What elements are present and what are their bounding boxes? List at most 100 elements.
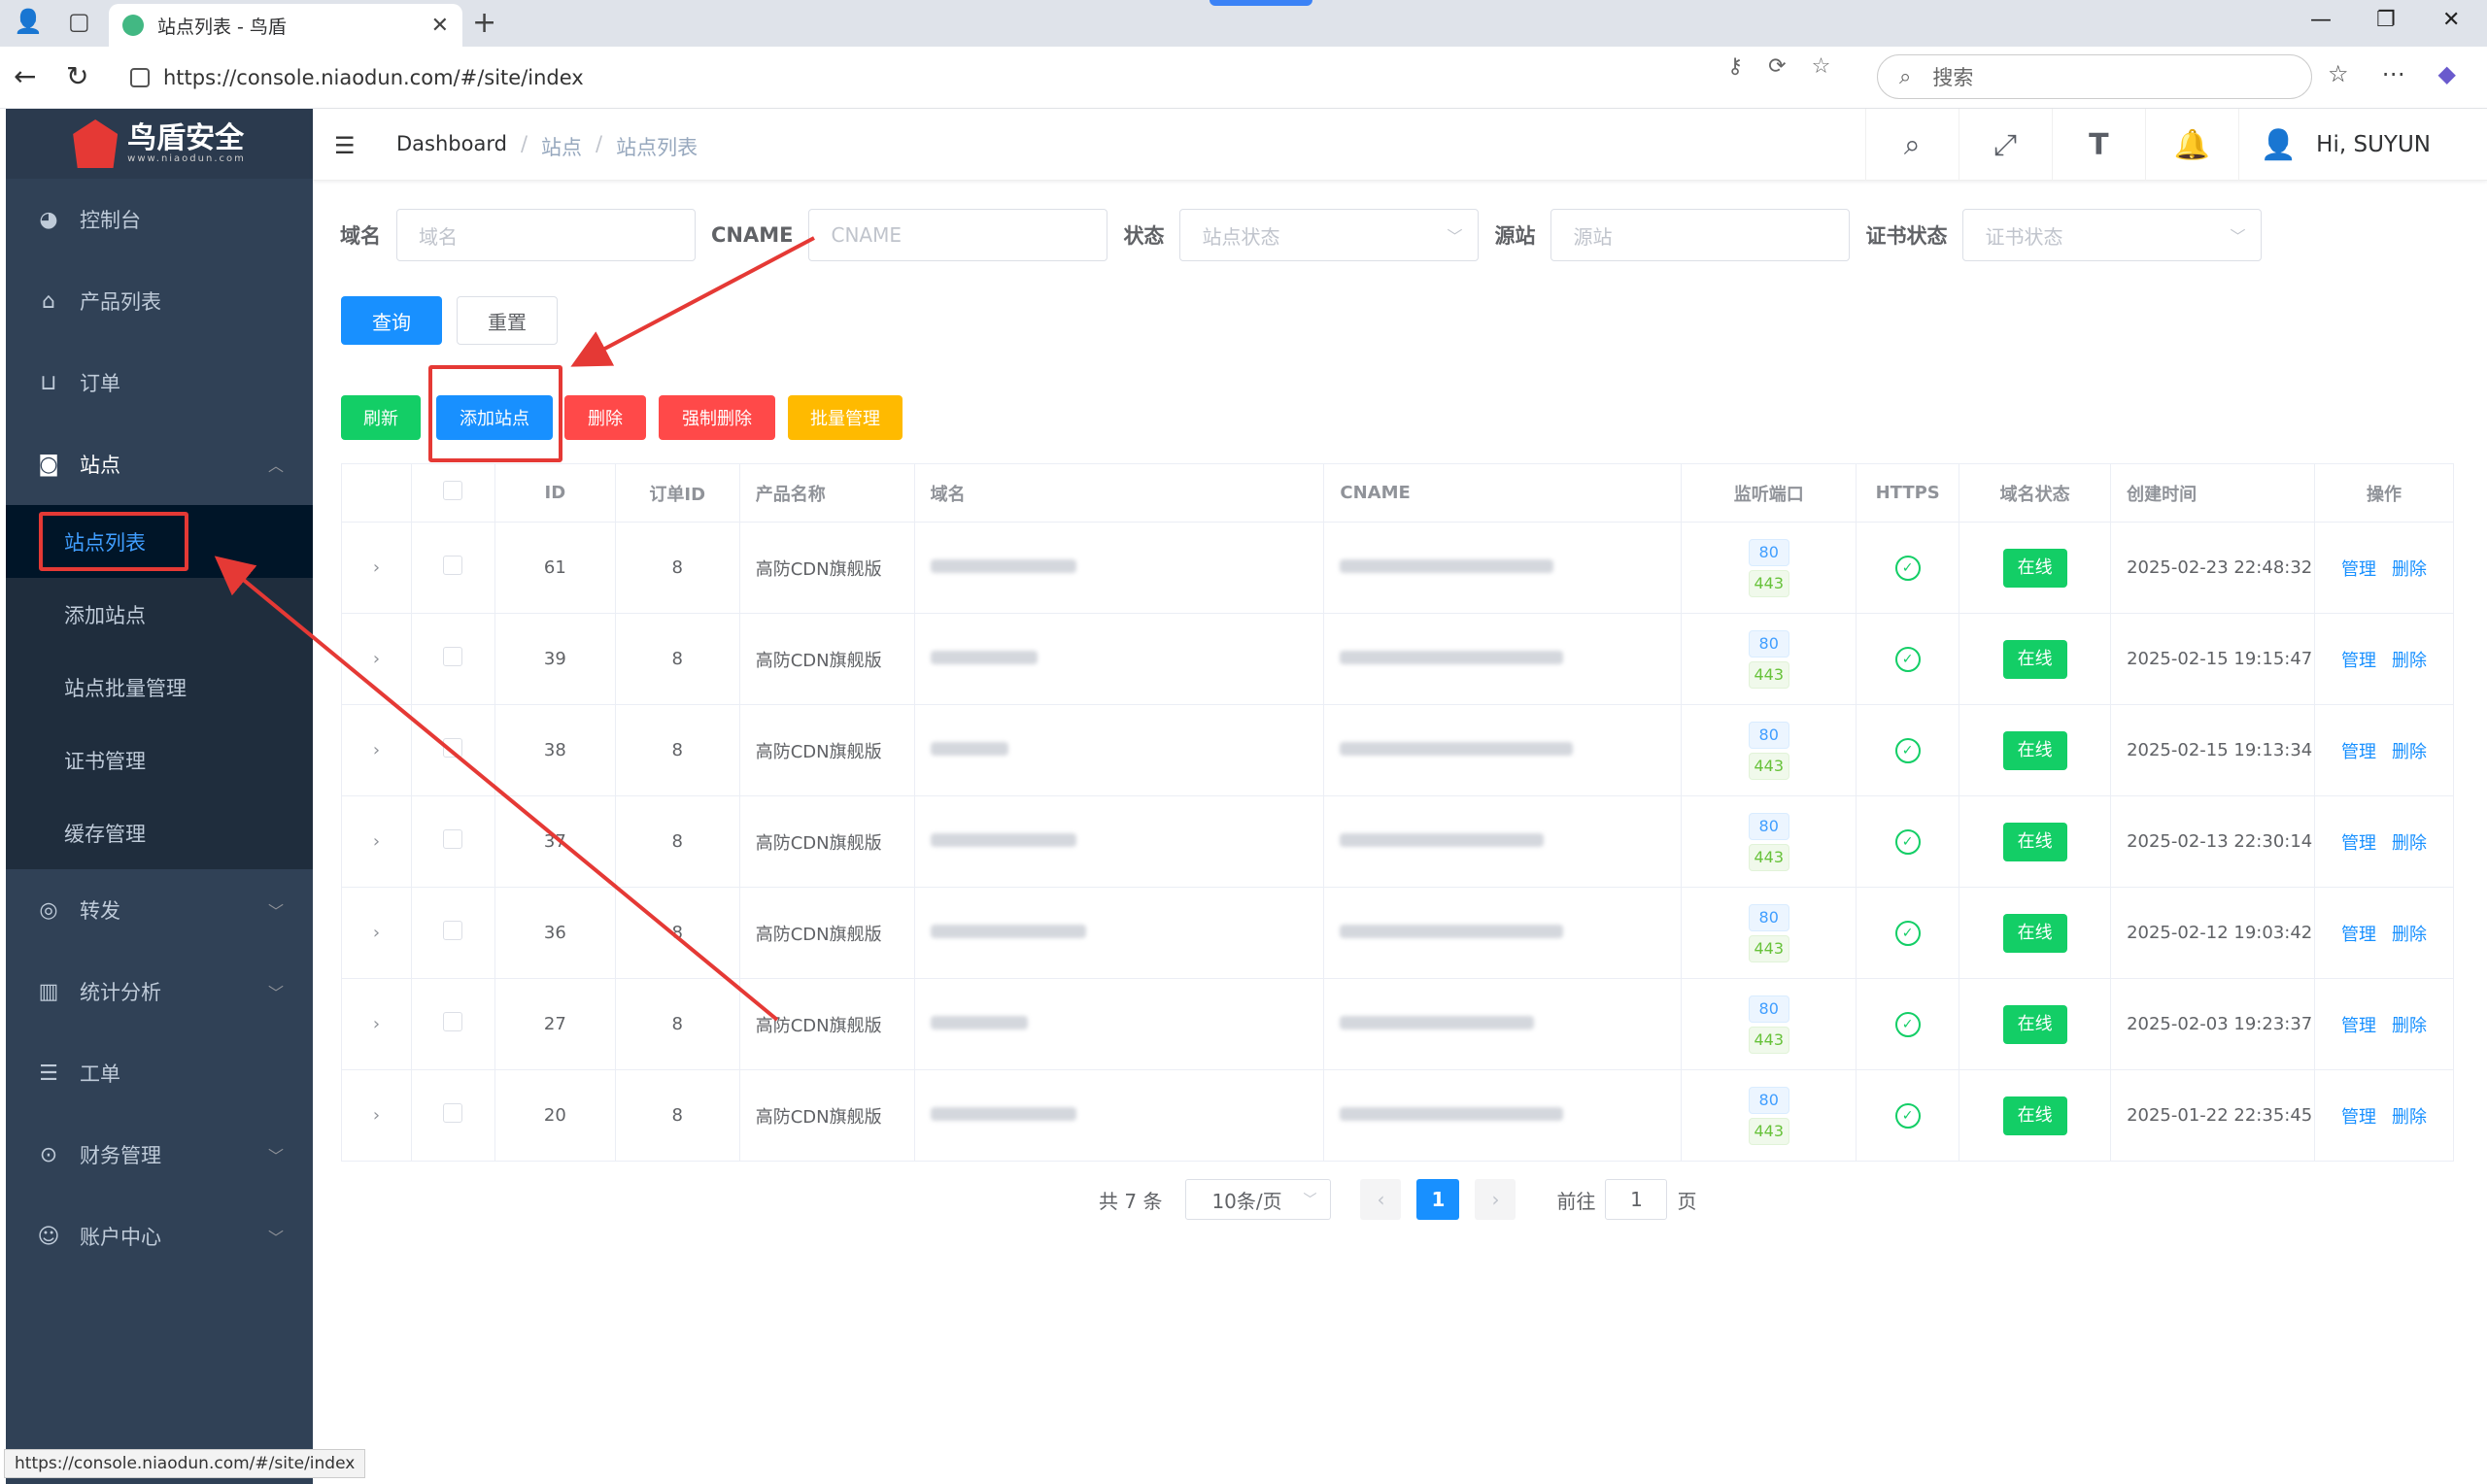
delete-link[interactable]: 删除 [2392, 1016, 2427, 1036]
favorites-icon[interactable]: ☆ [2328, 60, 2349, 87]
sidebar-item-dashboard[interactable]: ◕ 控制台 [6, 179, 313, 260]
fullscreen-icon[interactable]: ⤢ [1958, 109, 2052, 181]
batch-manage-button[interactable]: 批量管理 [788, 395, 903, 440]
page-size-select[interactable]: 10条/页 ﹀ [1185, 1179, 1332, 1220]
hamburger-icon[interactable]: ☰ [334, 132, 356, 159]
url-field[interactable]: https://console.niaodun.com/#/site/index [117, 56, 1865, 99]
origin-input[interactable]: 源站 [1550, 209, 1851, 261]
favorite-star-icon[interactable]: ☆ [1812, 54, 1831, 79]
new-tab-button[interactable]: + [472, 6, 496, 40]
expand-toggle[interactable]: › [341, 978, 412, 1070]
manage-link[interactable]: 管理 [2341, 742, 2376, 762]
expand-toggle[interactable]: › [341, 613, 412, 705]
row-checkbox[interactable] [443, 1103, 463, 1123]
row-checkbox[interactable] [443, 647, 463, 666]
manage-link[interactable]: 管理 [2341, 651, 2376, 671]
delete-link[interactable]: 删除 [2392, 925, 2427, 945]
select-all-checkbox[interactable] [443, 481, 463, 500]
sidebar-subitem-cache[interactable]: 缓存管理 [6, 796, 313, 869]
expand-toggle[interactable]: › [341, 704, 412, 796]
browser-search[interactable]: ⌕ 搜索 [1877, 54, 2312, 99]
browser-tab[interactable]: 站点列表 - 鸟盾 ✕ [109, 4, 462, 47]
expand-toggle[interactable]: › [341, 795, 412, 888]
force-delete-button[interactable]: 强制删除 [659, 395, 775, 440]
sidebar-item-sites[interactable]: ◙ 站点 ︿ [6, 423, 313, 505]
chevron-right-icon[interactable]: › [373, 1105, 380, 1126]
goto-page-input[interactable]: 1 [1605, 1179, 1668, 1220]
chevron-right-icon[interactable]: › [373, 740, 380, 760]
row-select[interactable] [411, 978, 495, 1070]
sidebar-item-tickets[interactable]: ☰ 工单 [6, 1032, 313, 1114]
row-checkbox[interactable] [443, 829, 463, 849]
row-select[interactable] [411, 887, 495, 979]
search-icon[interactable]: ⌕ [1864, 109, 1959, 181]
prev-page-button[interactable]: ‹ [1360, 1179, 1402, 1220]
logo[interactable]: 鸟盾安全 www.niaodun.com [6, 109, 313, 179]
expand-toggle[interactable]: › [341, 522, 412, 614]
breadcrumb-sites[interactable]: 站点 [541, 132, 582, 161]
row-select[interactable] [411, 795, 495, 888]
font-size-icon[interactable]: T [2051, 109, 2145, 181]
copilot-icon[interactable]: ◆ [2438, 60, 2456, 87]
delete-link[interactable]: 删除 [2392, 559, 2427, 580]
close-window-button[interactable]: ✕ [2442, 8, 2460, 32]
close-tab-icon[interactable]: ✕ [431, 14, 449, 38]
expand-toggle[interactable]: › [341, 887, 412, 979]
sidebar-item-account[interactable]: ☺ 账户中心 ﹀ [6, 1196, 313, 1277]
delete-link[interactable]: 删除 [2392, 833, 2427, 854]
next-page-button[interactable]: › [1475, 1179, 1516, 1220]
bell-icon[interactable]: 🔔 [2144, 109, 2238, 181]
row-checkbox[interactable] [443, 921, 463, 940]
row-select[interactable] [411, 522, 495, 614]
reload-icon[interactable]: ↻ [66, 60, 88, 92]
delete-button[interactable]: 删除 [564, 395, 646, 440]
breadcrumb-home[interactable]: Dashboard [396, 132, 507, 161]
row-checkbox[interactable] [443, 556, 463, 575]
reset-button[interactable]: 重置 [457, 296, 558, 345]
delete-link[interactable]: 删除 [2392, 1107, 2427, 1128]
refresh-button[interactable]: 刷新 [341, 395, 421, 440]
sidebar-item-finance[interactable]: ⊙ 财务管理 ﹀ [6, 1114, 313, 1196]
row-select[interactable] [411, 1069, 495, 1162]
manage-link[interactable]: 管理 [2341, 925, 2376, 945]
key-icon[interactable]: ⚷ [1727, 54, 1743, 79]
row-checkbox[interactable] [443, 1012, 463, 1031]
tab-actions-icon[interactable]: ▢ [68, 8, 90, 35]
sidebar-item-stats[interactable]: ▥ 统计分析 ﹀ [6, 951, 313, 1032]
chevron-right-icon[interactable]: › [373, 831, 380, 852]
restore-button[interactable]: ❐ [2376, 8, 2396, 32]
row-select[interactable] [411, 704, 495, 796]
sidebar-subitem-batch[interactable]: 站点批量管理 [6, 651, 313, 724]
delete-link[interactable]: 删除 [2392, 742, 2427, 762]
minimize-button[interactable]: — [2310, 8, 2332, 32]
header-select[interactable] [411, 463, 495, 523]
manage-link[interactable]: 管理 [2341, 1016, 2376, 1036]
domain-input[interactable]: 域名 [396, 209, 696, 261]
profile-icon[interactable]: 👤 [14, 8, 43, 35]
chevron-right-icon[interactable]: › [373, 649, 380, 669]
sidebar-subitem-add-site[interactable]: 添加站点 [6, 578, 313, 651]
row-select[interactable] [411, 613, 495, 705]
chevron-right-icon[interactable]: › [373, 557, 380, 578]
back-icon[interactable]: ← [14, 60, 36, 92]
page-number-current[interactable]: 1 [1416, 1179, 1460, 1220]
translate-icon[interactable]: ⟳ [1768, 54, 1786, 79]
more-icon[interactable]: ⋯ [2382, 60, 2405, 87]
sidebar-item-forward[interactable]: ◎ 转发 ﹀ [6, 869, 313, 951]
delete-link[interactable]: 删除 [2392, 651, 2427, 671]
expand-toggle[interactable]: › [341, 1069, 412, 1162]
sidebar-subitem-site-list[interactable]: 站点列表 [6, 505, 313, 578]
cert-status-select[interactable]: 证书状态 ﹀ [1962, 209, 2263, 261]
chevron-right-icon[interactable]: › [373, 923, 380, 943]
chevron-right-icon[interactable]: › [373, 1014, 380, 1034]
manage-link[interactable]: 管理 [2341, 1107, 2376, 1128]
manage-link[interactable]: 管理 [2341, 833, 2376, 854]
manage-link[interactable]: 管理 [2341, 559, 2376, 580]
user-menu[interactable]: 👤 Hi, SUYUN [2237, 109, 2487, 181]
sidebar-item-orders[interactable]: ⊔ 订单 [6, 342, 313, 423]
sidebar-item-products[interactable]: ⌂ 产品列表 [6, 260, 313, 342]
query-button[interactable]: 查询 [341, 296, 442, 345]
status-select[interactable]: 站点状态 ﹀ [1179, 209, 1480, 261]
sidebar-subitem-certs[interactable]: 证书管理 [6, 724, 313, 796]
cname-input[interactable]: CNAME [808, 209, 1108, 261]
